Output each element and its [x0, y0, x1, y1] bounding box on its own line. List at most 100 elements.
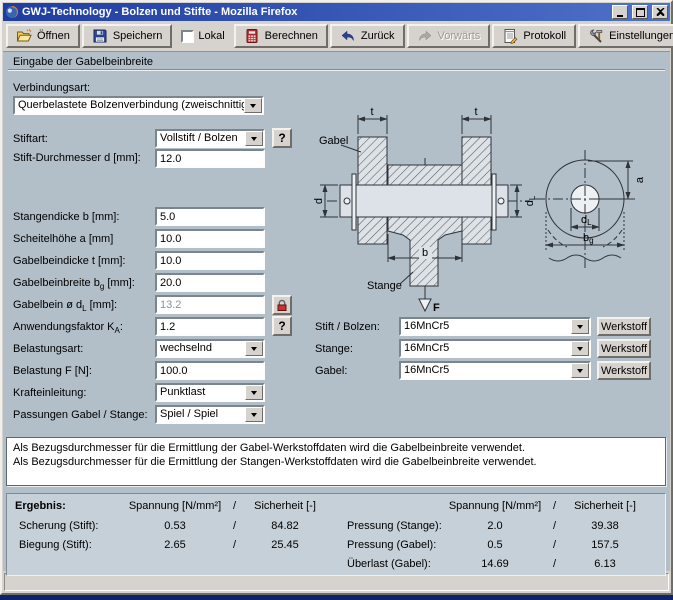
dropdown-arrow-icon[interactable] [245, 341, 263, 356]
close-icon [656, 8, 665, 16]
gabelbein-dl-input [155, 295, 265, 314]
werkstoff-label: Werkstoff [601, 321, 647, 333]
result-row-label: Scherung (Stift): [19, 520, 98, 532]
stange-material-value: 16MnCr5 [401, 341, 571, 356]
werkstoff-label: Werkstoff [601, 343, 647, 355]
passungen-select[interactable]: Spiel / Spiel [155, 405, 265, 424]
dropdown-arrow-icon[interactable] [245, 385, 263, 400]
dropdown-arrow-icon[interactable] [245, 407, 263, 422]
stift-bolzen-material-value: 16MnCr5 [401, 319, 571, 334]
result-row-label: Pressung (Gabel): [347, 539, 436, 551]
window-title: GWJ-Technology - Bolzen und Stifte - Moz… [22, 6, 608, 18]
werkstoff-button-gabel[interactable]: Werkstoff [597, 361, 651, 380]
belastung-input[interactable] [155, 361, 265, 380]
drawing-gabel-leg-top-right [462, 137, 491, 185]
anwendungsfaktor-input[interactable] [155, 317, 265, 336]
stiftart-help-button[interactable]: ? [272, 128, 292, 148]
belastungsart-select[interactable]: wechselnd [155, 339, 265, 358]
anwendungsfaktor-help-button[interactable]: ? [272, 316, 292, 336]
titlebar: GWJ-Technology - Bolzen und Stifte - Moz… [3, 3, 670, 21]
main-content: Eingabe der Gabelbeinbreite Verbindungsa… [3, 51, 670, 571]
drawing-washer-left [352, 174, 356, 230]
stift-durchmesser-input[interactable] [155, 149, 265, 168]
stiftart-value: Vollstift / Bolzen [157, 131, 245, 146]
belastungsart-value: wechselnd [157, 341, 245, 356]
drawing-label-a: a [634, 176, 646, 183]
protocol-button[interactable]: Protokoll [492, 24, 576, 48]
maximize-button[interactable] [632, 5, 648, 19]
question-mark-icon: ? [278, 131, 285, 145]
drawing-washer-right [492, 174, 496, 230]
save-button[interactable]: Speichern [82, 24, 173, 48]
calculate-button[interactable]: Berechnen [234, 24, 328, 48]
result-value-sicherheit: 25.45 [245, 539, 325, 551]
result-value-spannung: 2.0 [445, 520, 545, 532]
belastungsart-label: Belastungsart: [13, 343, 83, 355]
gabel-material-select[interactable]: 16MnCr5 [399, 361, 591, 380]
result-sep: / [553, 520, 556, 532]
gabelbeindicke-input[interactable] [155, 251, 265, 270]
stiftart-label: Stiftart: [13, 133, 48, 145]
floppy-disk-icon [92, 28, 108, 44]
lock-button[interactable] [272, 295, 292, 315]
application-window: GWJ-Technology - Bolzen und Stifte - Moz… [0, 0, 673, 595]
results-header-sep: / [233, 500, 236, 512]
gabel-material-label: Gabel: [315, 365, 347, 377]
result-sep: / [233, 539, 236, 551]
verbindungsart-label: Verbindungsart: [13, 82, 90, 94]
save-label: Speichern [113, 30, 163, 42]
dropdown-arrow-icon[interactable] [571, 363, 589, 378]
gabelbeinbreite-input[interactable] [155, 273, 265, 292]
scheitelhoehe-label: Scheitelhöhe a [mm] [13, 233, 113, 245]
dropdown-arrow-icon[interactable] [571, 341, 589, 356]
result-row-label: Biegung (Stift): [19, 539, 92, 551]
stangendicke-label: Stangendicke b [mm]: [13, 211, 119, 223]
open-folder-icon [16, 28, 32, 44]
open-button[interactable]: Öffnen [6, 24, 80, 48]
dropdown-arrow-icon[interactable] [571, 319, 589, 334]
drawing-label-dl: dL [524, 195, 537, 206]
close-button[interactable] [652, 5, 668, 19]
technical-drawing: t t Gabel Stange d dL b F a dL bg [305, 100, 653, 315]
maximize-icon [636, 8, 645, 17]
results-header-spannung-right: Spannung [N/mm²] [445, 500, 545, 512]
lokal-checkbox[interactable] [181, 30, 194, 43]
stiftart-select[interactable]: Vollstift / Bolzen [155, 129, 265, 148]
tools-icon [588, 28, 604, 44]
scheitelhoehe-input[interactable] [155, 229, 265, 248]
result-sep: / [233, 520, 236, 532]
werkstoff-button-stange[interactable]: Werkstoff [597, 339, 651, 358]
calculate-label: Berechnen [265, 30, 318, 42]
header-divider [8, 69, 665, 71]
verbindungsart-select[interactable]: Querbelastete Bolzenverbindung (zweischn… [13, 96, 264, 115]
gabelbeinbreite-label: Gabelbeinbreite bg [mm]: [13, 277, 135, 291]
gabel-material-value: 16MnCr5 [401, 363, 571, 378]
dropdown-arrow-icon[interactable] [245, 131, 263, 146]
firefox-icon [5, 5, 19, 19]
result-value-sicherheit: 6.13 [565, 558, 645, 570]
result-value-sicherheit: 39.38 [565, 520, 645, 532]
result-value-spannung: 0.5 [445, 539, 545, 551]
gabelbeindicke-label: Gabelbeindicke t [mm]: [13, 255, 126, 267]
dropdown-arrow-icon[interactable] [244, 98, 262, 113]
stange-material-select[interactable]: 16MnCr5 [399, 339, 591, 358]
minimize-button[interactable] [612, 5, 628, 19]
stift-bolzen-material-label: Stift / Bolzen: [315, 321, 380, 333]
stift-bolzen-material-select[interactable]: 16MnCr5 [399, 317, 591, 336]
back-button[interactable]: Zurück [330, 24, 405, 48]
drawing-label-dl2: dL [581, 214, 592, 227]
result-row-label: Überlast (Gabel): [347, 558, 431, 570]
krafteinleitung-select[interactable]: Punktlast [155, 383, 265, 402]
settings-button[interactable]: Einstellungen [578, 24, 673, 48]
forward-button[interactable]: Vorwärts [407, 24, 491, 48]
open-label: Öffnen [37, 30, 70, 42]
result-sep: / [553, 558, 556, 570]
krafteinleitung-label: Krafteinleitung: [13, 387, 86, 399]
drawing-gabel-leg-bottom-right [462, 217, 491, 244]
drawing-cotter-hole-right [498, 198, 504, 204]
message-line-2: Als Bezugsdurchmesser für die Ermittlung… [13, 455, 659, 469]
stange-material-label: Stange: [315, 343, 353, 355]
stangendicke-input[interactable] [155, 207, 265, 226]
settings-label: Einstellungen [609, 30, 673, 42]
werkstoff-button-stift[interactable]: Werkstoff [597, 317, 651, 336]
